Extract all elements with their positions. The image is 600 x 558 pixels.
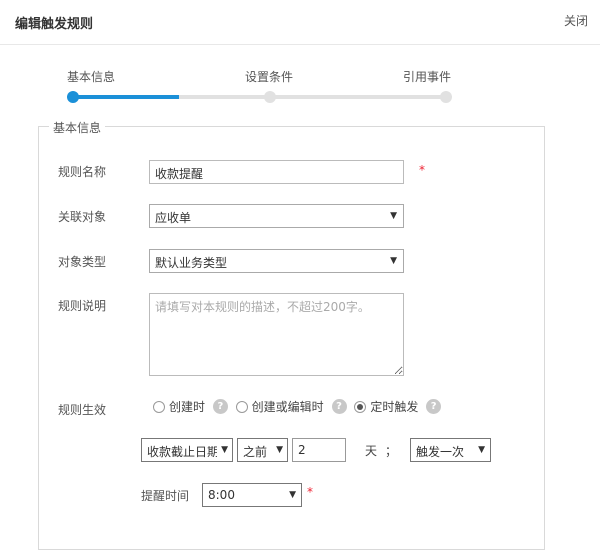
dialog-header: 编辑触发规则 关闭 [0,0,600,45]
step-dot-basic-info[interactable] [67,91,79,103]
section-legend: 基本信息 [49,119,106,136]
required-mark: * [307,485,313,499]
description-textarea[interactable] [149,293,404,376]
dialog-title: 编辑触发规则 [15,17,94,32]
radio-on-create-or-edit[interactable] [235,400,248,413]
step-dot-set-conditions[interactable] [264,91,276,103]
radio-on-create-or-edit-label[interactable]: 创建或编辑时 [252,398,324,415]
remind-time-label: 提醒时间 [141,489,190,503]
object-type-label: 对象类型 [58,255,107,269]
date-field-select[interactable]: 收款截止日期 ▼ [141,438,233,462]
required-mark: * [419,163,425,177]
amount-input[interactable]: 2 [292,438,346,462]
separator-label: ； [385,444,398,458]
caret-down-icon: ▼ [289,490,296,500]
rule-name-input[interactable]: 收款提醒 [149,160,404,184]
question-circle-icon[interactable]: ? [212,399,228,414]
object-type-select[interactable]: 默认业务类型 ▼ [149,249,404,273]
question-circle-icon[interactable]: ? [426,399,442,414]
radio-scheduled-label[interactable]: 定时触发 [370,398,418,415]
related-object-label: 关联对象 [58,210,107,224]
step-progress: 基本信息 设置条件 引用事件 [0,62,600,112]
relation-value: 之前 [243,445,268,459]
step-label-set-conditions[interactable]: 设置条件 [245,68,293,85]
rule-name-label: 规则名称 [58,165,107,179]
progress-track-active [73,95,179,99]
step-label-basic-info[interactable]: 基本信息 [67,68,115,85]
frequency-value: 触发一次 [416,445,465,459]
caret-down-icon: ▼ [276,445,283,455]
unit-label: 天 [365,444,378,458]
caret-down-icon: ▼ [478,445,485,455]
close-button[interactable]: 关闭 [564,12,588,29]
remind-time-select[interactable]: 8:00 ▼ [202,483,302,507]
date-field-value: 收款截止日期 [147,445,217,459]
caret-down-icon: ▼ [390,256,397,266]
rule-effect-options: 创建时 ? 创建或编辑时 ? 定时触发 ? [153,398,445,418]
radio-on-create-label[interactable]: 创建时 [169,398,205,415]
caret-down-icon: ▼ [390,211,397,221]
step-dot-reference-events[interactable] [440,91,452,103]
remind-time-value: 8:00 [208,488,235,502]
rule-effect-label: 规则生效 [58,403,107,417]
radio-on-create[interactable] [153,400,165,413]
related-object-select[interactable]: 应收单 ▼ [149,204,404,228]
caret-down-icon: ▼ [221,445,228,455]
related-object-value: 应收单 [155,211,192,225]
frequency-select[interactable]: 触发一次 ▼ [410,438,491,462]
radio-scheduled[interactable] [354,400,367,413]
object-type-value: 默认业务类型 [155,256,228,270]
description-label: 规则说明 [58,299,107,313]
step-label-reference-events[interactable]: 引用事件 [403,68,451,85]
progress-track [179,95,446,99]
question-circle-icon[interactable]: ? [331,399,347,414]
relation-select[interactable]: 之前 ▼ [237,438,288,462]
